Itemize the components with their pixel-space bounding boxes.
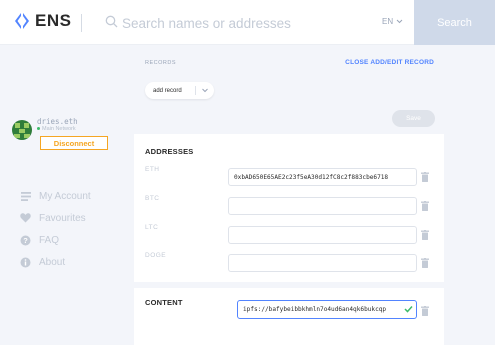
ens-logo-text: ENS <box>35 11 72 30</box>
sidebar-item-faq[interactable]: ? FAQ <box>20 229 91 251</box>
chevron-down-icon <box>202 88 208 93</box>
trash-icon[interactable] <box>421 201 429 211</box>
section-divider <box>134 282 444 288</box>
sidebar-nav: My Account Favourites ? FAQ About <box>20 185 91 273</box>
coin-label: BTC <box>145 195 160 202</box>
list-icon <box>20 191 31 202</box>
eth-address-field[interactable]: 0xbAD650E65AE2c23f5eA30d12fC8c2f883cbe67… <box>228 168 417 186</box>
info-icon <box>20 257 31 268</box>
ltc-address-field[interactable] <box>228 226 417 244</box>
content-title: CONTENT <box>145 298 183 307</box>
address-row-eth: ETH 0xbAD650E65AE2c23f5eA30d12fC8c2f883c… <box>134 166 444 188</box>
disconnect-button[interactable]: Disconnect <box>40 136 108 150</box>
btc-address-field[interactable] <box>228 197 417 215</box>
language-select[interactable]: EN <box>382 17 403 26</box>
add-record-label: add record <box>153 87 182 94</box>
language-label: EN <box>382 17 394 26</box>
question-icon: ? <box>20 235 31 246</box>
records-editor: RECORDS CLOSE ADD/EDIT RECORD add record… <box>134 52 444 134</box>
sidebar-item-label: My Account <box>39 190 91 202</box>
content-hash-field[interactable]: ipfs://bafybeibbkhmln7o4ud6an4qk6bukcqp <box>237 300 417 319</box>
coin-label: LTC <box>145 224 159 231</box>
coin-label: ETH <box>145 166 160 173</box>
close-edit-link[interactable]: CLOSE ADD/EDIT RECORD <box>345 59 434 66</box>
address-row-ltc: LTC <box>134 224 444 246</box>
select-divider <box>195 86 196 95</box>
search-button[interactable]: Search <box>414 0 495 45</box>
svg-text:?: ? <box>23 236 28 245</box>
search-icon <box>105 15 118 28</box>
trash-icon[interactable] <box>421 172 429 182</box>
trash-icon[interactable] <box>421 230 429 240</box>
heart-icon <box>20 213 31 224</box>
sidebar-item-label: FAQ <box>39 234 60 246</box>
trash-icon[interactable] <box>421 258 429 268</box>
records-panel: RECORDS CLOSE ADD/EDIT RECORD add record… <box>134 52 444 345</box>
sidebar-item-favourites[interactable]: Favourites <box>20 207 91 229</box>
sidebar-item-label: About <box>39 256 66 268</box>
sidebar-item-label: Favourites <box>39 212 86 224</box>
avatar <box>12 120 32 140</box>
records-label: RECORDS <box>145 60 177 66</box>
coin-label: DOGE <box>145 252 167 259</box>
ens-logo[interactable]: ENS <box>12 11 71 31</box>
add-record-select[interactable]: add record <box>145 82 214 99</box>
header-divider <box>81 14 82 32</box>
trash-icon[interactable] <box>421 306 429 316</box>
ens-logo-icon <box>15 13 29 29</box>
checkmark-icon[interactable] <box>404 305 413 313</box>
sidebar-item-my-account[interactable]: My Account <box>20 185 91 207</box>
chevron-down-icon <box>396 19 403 24</box>
network-label: Main Network <box>42 126 76 132</box>
addresses-title: ADDRESSES <box>145 147 194 156</box>
search-input[interactable] <box>122 10 362 36</box>
sidebar-item-about[interactable]: About <box>20 251 91 273</box>
account-name: dries.eth <box>37 117 78 126</box>
network-status: Main Network <box>37 126 76 132</box>
doge-address-field[interactable] <box>228 254 417 272</box>
address-row-btc: BTC <box>134 195 444 217</box>
top-bar: ENS EN Search <box>0 0 495 45</box>
network-dot-icon <box>37 127 40 131</box>
address-row-doge: DOGE <box>134 252 444 274</box>
save-button[interactable]: Save <box>392 110 435 127</box>
